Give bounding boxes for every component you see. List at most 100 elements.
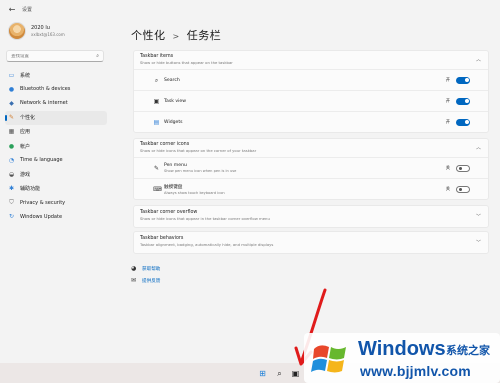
sidebar-item-label: Privacy & security bbox=[20, 199, 66, 206]
section-title: Taskbar corner overflow bbox=[140, 210, 198, 215]
sidebar-item-label: Time & language bbox=[20, 157, 63, 164]
sidebar-item-apps[interactable]: ▦ 应用 bbox=[5, 125, 107, 139]
feedback-icon: ✉ bbox=[131, 277, 137, 284]
setting-row-task-view: ▣ Task view 开 bbox=[134, 90, 488, 111]
get-help-link[interactable]: ◕ 获取帮助 bbox=[131, 265, 160, 272]
sidebar-item-privacy[interactable]: ⛉ Privacy & security bbox=[5, 196, 107, 210]
pen-menu-toggle[interactable] bbox=[456, 164, 470, 172]
sidebar-item-label: 个性化 bbox=[20, 115, 36, 122]
breadcrumb-separator: > bbox=[172, 32, 180, 41]
setting-label: Task view bbox=[164, 98, 186, 104]
section-subtitle: Show or hide icons that appear on the co… bbox=[140, 148, 257, 153]
sidebar-item-network[interactable]: ◆ Network & internet bbox=[5, 96, 107, 110]
settings-search[interactable]: ⌕ bbox=[6, 50, 104, 62]
get-help-label: 获取帮助 bbox=[142, 266, 161, 272]
setting-description: Show pen menu icon when pen is in use bbox=[164, 169, 237, 173]
bluetooth-icon: ● bbox=[8, 85, 15, 93]
sidebar-item-label: 辅助功能 bbox=[20, 186, 41, 193]
search-icon[interactable]: ⌕ bbox=[275, 369, 284, 378]
gamepad-icon: ◒ bbox=[8, 170, 15, 178]
toggle-state-label: 开 bbox=[445, 99, 450, 104]
corner-icons-header[interactable]: Taskbar corner icons Show or hide icons … bbox=[134, 139, 488, 157]
chevron-down-icon: ﹀ bbox=[475, 214, 481, 220]
taskbar-items-section: Taskbar items Show or hide buttons that … bbox=[133, 50, 489, 133]
setting-row-pen-menu: ✎ Pen menu Show pen menu icon when pen i… bbox=[134, 157, 488, 178]
search-icon: ⌕ bbox=[96, 53, 99, 59]
back-button[interactable]: ← bbox=[5, 2, 19, 16]
sidebar-item-gaming[interactable]: ◒ 游戏 bbox=[5, 167, 107, 181]
setting-label: Pen menu bbox=[164, 163, 187, 168]
setting-label: Widgets bbox=[164, 119, 183, 125]
sidebar-nav: ▭ 系统 ● Bluetooth & devices ◆ Network & inte… bbox=[5, 68, 107, 224]
section-title: Taskbar behaviors bbox=[140, 236, 184, 241]
chevron-down-icon: ﹀ bbox=[475, 240, 481, 246]
user-profile[interactable]: 2020 lu xxlbxt@163.com bbox=[8, 22, 65, 40]
sidebar-item-bluetooth[interactable]: ● Bluetooth & devices bbox=[5, 82, 107, 96]
watermark-url: www.bjjmlv.com bbox=[360, 363, 471, 379]
sidebar-item-label: Network & internet bbox=[20, 100, 68, 107]
page-title: 任务栏 bbox=[186, 29, 222, 42]
start-icon[interactable]: ⊞ bbox=[258, 369, 267, 378]
user-name: 2020 lu bbox=[31, 25, 50, 31]
section-subtitle: Show or hide icons that appear in the ta… bbox=[140, 216, 270, 221]
accessibility-icon: ✱ bbox=[8, 185, 15, 193]
help-icon: ◕ bbox=[131, 265, 137, 272]
toggle-state-label: 开 bbox=[445, 78, 450, 83]
taskbar-items-header[interactable]: Taskbar items Show or hide buttons that … bbox=[134, 51, 488, 69]
monitor-icon: ▭ bbox=[8, 71, 15, 79]
setting-row-search: ⌕ Search 开 bbox=[134, 69, 488, 90]
chevron-up-icon: ︿ bbox=[475, 57, 481, 63]
section-title: Taskbar corner icons bbox=[140, 142, 190, 147]
setting-label: 触摸键盘 bbox=[164, 184, 183, 190]
brush-icon: ✎ bbox=[8, 114, 15, 122]
setting-row-widgets: ▤ Widgets 开 bbox=[134, 111, 488, 132]
sidebar-item-label: Bluetooth & devices bbox=[20, 86, 71, 93]
shield-icon: ⛉ bbox=[9, 199, 14, 207]
sidebar-item-label: 应用 bbox=[20, 129, 31, 136]
user-email: xxlbxt@163.com bbox=[31, 32, 65, 37]
widgets-toggle[interactable] bbox=[456, 118, 470, 126]
search-input[interactable] bbox=[11, 53, 91, 59]
corner-overflow-section[interactable]: Taskbar corner overflow Show or hide ico… bbox=[133, 205, 489, 228]
behaviors-section[interactable]: Taskbar behaviors Taskbar alignment, bad… bbox=[133, 231, 489, 254]
sidebar-item-windows-update[interactable]: ↻ Windows Update bbox=[5, 210, 107, 224]
pen-icon: ✎ bbox=[153, 164, 160, 172]
sidebar-item-system[interactable]: ▭ 系统 bbox=[5, 68, 107, 82]
feedback-link[interactable]: ✉ 提供反馈 bbox=[131, 277, 160, 284]
sidebar-item-accounts[interactable]: ● 帐户 bbox=[5, 139, 107, 153]
sidebar-item-personalization[interactable]: ✎ 个性化 bbox=[5, 110, 107, 125]
person-icon: ● bbox=[8, 142, 15, 150]
watermark: Windows 系统之家 www.bjjmlv.com bbox=[304, 333, 500, 383]
toggle-state-label: 关 bbox=[445, 166, 450, 171]
task-view-toggle[interactable] bbox=[456, 97, 470, 105]
toggle-state-label: 关 bbox=[445, 187, 450, 192]
keyboard-icon: ⌨ bbox=[153, 185, 162, 193]
sidebar-item-label: 帐户 bbox=[20, 143, 31, 150]
setting-label: Search bbox=[164, 77, 180, 83]
behaviors-header[interactable]: Taskbar behaviors Taskbar alignment, bad… bbox=[134, 232, 488, 253]
setting-description: Always show touch keyboard icon bbox=[164, 190, 225, 195]
section-title: Taskbar items bbox=[140, 54, 174, 59]
breadcrumb: 个性化 > 任务栏 bbox=[131, 27, 221, 43]
windows-logo-icon bbox=[311, 345, 346, 373]
sidebar-item-accessibility[interactable]: ✱ 辅助功能 bbox=[5, 182, 107, 196]
sidebar-item-label: 系统 bbox=[20, 72, 31, 79]
corner-icons-section: Taskbar corner icons Show or hide icons … bbox=[133, 138, 489, 200]
sidebar-item-time-language[interactable]: ◔ Time & language bbox=[5, 153, 107, 167]
search-toggle[interactable] bbox=[456, 76, 470, 84]
chevron-up-icon: ︿ bbox=[475, 145, 481, 151]
app-title: 设置 bbox=[22, 6, 33, 13]
corner-overflow-header[interactable]: Taskbar corner overflow Show or hide ico… bbox=[134, 206, 488, 227]
breadcrumb-parent[interactable]: 个性化 bbox=[131, 29, 166, 42]
task-view-icon[interactable]: ▣ bbox=[291, 369, 300, 378]
section-subtitle: Taskbar alignment, badging, automaticall… bbox=[140, 242, 274, 247]
task-view-icon: ▣ bbox=[153, 97, 160, 105]
wifi-icon: ◆ bbox=[9, 99, 14, 107]
apps-icon: ▦ bbox=[8, 128, 15, 136]
touch-keyboard-toggle[interactable] bbox=[456, 185, 470, 193]
sidebar: 2020 lu xxlbxt@163.com ⌕ ▭ 系统 ● Bluetooth … bbox=[0, 18, 112, 363]
setting-row-touch-keyboard: ⌨ 触摸键盘 Always show touch keyboard icon 关 bbox=[134, 178, 488, 199]
arrow-left-icon: ← bbox=[8, 4, 16, 14]
update-icon: ↻ bbox=[8, 213, 15, 221]
feedback-label: 提供反馈 bbox=[142, 278, 161, 284]
